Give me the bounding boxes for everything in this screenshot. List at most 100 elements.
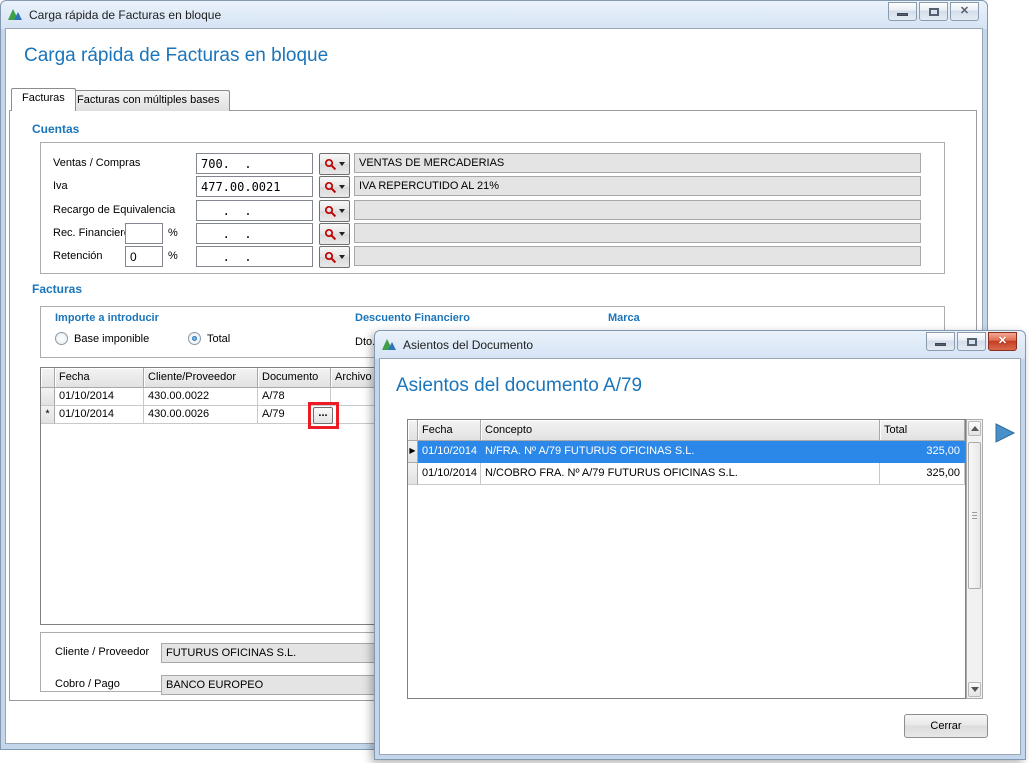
selector-header-cell [41,368,55,388]
header-cliente-proveedor[interactable]: Cliente/Proveedor [144,368,258,388]
dropdown-caret-icon [339,162,345,166]
desktop: Carga rápida de Facturas en bloque ✕ Car… [0,0,1029,763]
cell-total[interactable]: 325,00 [880,463,965,485]
ventas-compras-lookup-button[interactable] [319,153,350,175]
dialog-close-button[interactable]: ✕ [988,332,1017,351]
percent-sign: % [168,250,178,262]
dialog-maximize-button[interactable] [957,332,986,351]
cell-cliente[interactable]: 430.00.0022 [144,388,258,406]
dialog-titlebar[interactable]: Asientos del Documento ✕ [379,331,1021,358]
thumb-grip-icon [972,512,977,520]
selector-header-cell [408,420,418,441]
iva-lookup-button[interactable] [319,176,350,198]
rec-financiero-description [354,223,921,243]
radio-checked-icon [188,332,201,345]
iva-description: IVA REPERCUTIDO AL 21% [354,176,921,196]
rec-financiero-label: Rec. Financiero [53,227,130,239]
play-arrow-button[interactable] [993,421,1017,445]
radio-total-label: Total [207,333,230,345]
section-facturas: Facturas [32,282,82,296]
dropdown-caret-icon [339,209,345,213]
dialog-minimize-button[interactable] [926,332,955,351]
cerrar-button[interactable]: Cerrar [904,714,988,738]
maximize-icon [967,338,977,346]
cell-concepto[interactable]: N/COBRO FRA. Nº A/79 FUTURUS OFICINAS S.… [481,463,880,485]
radio-base-imponible[interactable]: Base imponible [55,332,149,345]
asientos-grid-scrollbar[interactable] [966,419,983,699]
header-fecha[interactable]: Fecha [418,420,481,441]
dialog-title: Asientos del Documento [403,338,926,352]
row-selector-cell[interactable]: * [41,406,55,424]
retencion-description [354,246,921,266]
percent-sign: % [168,227,178,239]
radio-icon [55,332,68,345]
rec-financiero-percent-input[interactable] [125,223,163,244]
magnifier-icon [324,158,337,171]
current-row-arrow-icon: ▶ [408,441,418,463]
main-titlebar[interactable]: Carga rápida de Facturas en bloque ✕ [5,1,983,28]
minimize-icon [935,343,946,346]
iva-account-input[interactable] [196,176,313,197]
rec-financiero-lookup-button[interactable] [319,223,350,245]
app-icon [381,337,397,353]
descuento-financiero-label: Descuento Financiero [355,312,470,324]
minimize-icon [897,13,908,16]
magnifier-icon [324,181,337,194]
scroll-down-button[interactable] [968,682,981,697]
cell-fecha[interactable]: 01/10/2014 [55,406,144,424]
radio-total[interactable]: Total [188,332,230,345]
cell-concepto[interactable]: N/FRA. Nº A/79 FUTURUS OFICINAS S.L. [481,441,880,463]
asientos-dialog: Asientos del Documento ✕ Asientos del do… [374,330,1026,760]
scroll-up-button[interactable] [968,421,981,436]
ventas-compras-account-input[interactable] [196,153,313,174]
asiento-row-2[interactable]: 01/10/2014 N/COBRO FRA. Nº A/79 FUTURUS … [408,463,965,485]
header-total[interactable]: Total [880,420,965,441]
recargo-equivalencia-label: Recargo de Equivalencia [53,204,175,216]
tab-facturas[interactable]: Facturas [11,88,76,111]
asiento-row-1[interactable]: ▶ 01/10/2014 N/FRA. Nº A/79 FUTURUS OFIC… [408,441,965,463]
cell-fecha[interactable]: 01/10/2014 [418,441,481,463]
close-icon: ✕ [998,336,1007,347]
dropdown-caret-icon [339,255,345,259]
retencion-percent-input[interactable] [125,246,163,267]
page-title: Carga rápida de Facturas en bloque [24,45,328,67]
section-cuentas: Cuentas [32,122,79,136]
asientos-grid: Fecha Concepto Total ▶ 01/10/2014 N/FRA.… [407,419,966,699]
cell-fecha[interactable]: 01/10/2014 [55,388,144,406]
cell-total[interactable]: 325,00 [880,441,965,463]
magnifier-icon [324,228,337,241]
header-documento[interactable]: Documento [258,368,331,388]
asientos-grid-header: Fecha Concepto Total [408,420,965,441]
recargo-account-input[interactable] [196,200,313,221]
recargo-lookup-button[interactable] [319,200,350,222]
tab-facturas-multiples-bases[interactable]: Facturas con múltiples bases [66,90,230,111]
importe-a-introducir-label: Importe a introducir [55,312,159,324]
scrollbar-thumb[interactable] [968,442,981,589]
retencion-lookup-button[interactable] [319,246,350,268]
dialog-heading: Asientos del documento A/79 [396,375,642,397]
cuentas-groupbox: Ventas / Compras VENTAS DE MERCADERIAS I… [40,142,945,274]
header-concepto[interactable]: Concepto [481,420,880,441]
cell-fecha[interactable]: 01/10/2014 [418,463,481,485]
minimize-button[interactable] [888,2,917,21]
cobro-pago-label: Cobro / Pago [55,678,120,690]
magnifier-icon [324,251,337,264]
radio-base-label: Base imponible [74,333,149,345]
marca-label: Marca [608,312,640,324]
row-selector-cell[interactable] [41,388,55,406]
row-selector-cell [408,463,418,485]
retencion-label: Retención [53,250,103,262]
rec-financiero-account-input[interactable] [196,223,313,244]
iva-label: Iva [53,180,68,192]
ventas-compras-description: VENTAS DE MERCADERIAS [354,153,921,173]
dialog-client: Asientos del documento A/79 Fecha Concep… [379,358,1021,755]
retencion-account-input[interactable] [196,246,313,267]
header-fecha[interactable]: Fecha [55,368,144,388]
highlight-annotation-box [308,402,339,429]
arrow-down-icon [971,687,979,692]
ventas-compras-label: Ventas / Compras [53,157,140,169]
cell-cliente[interactable]: 430.00.0026 [144,406,258,424]
dropdown-caret-icon [339,232,345,236]
maximize-button[interactable] [919,2,948,21]
close-button[interactable]: ✕ [950,2,979,21]
